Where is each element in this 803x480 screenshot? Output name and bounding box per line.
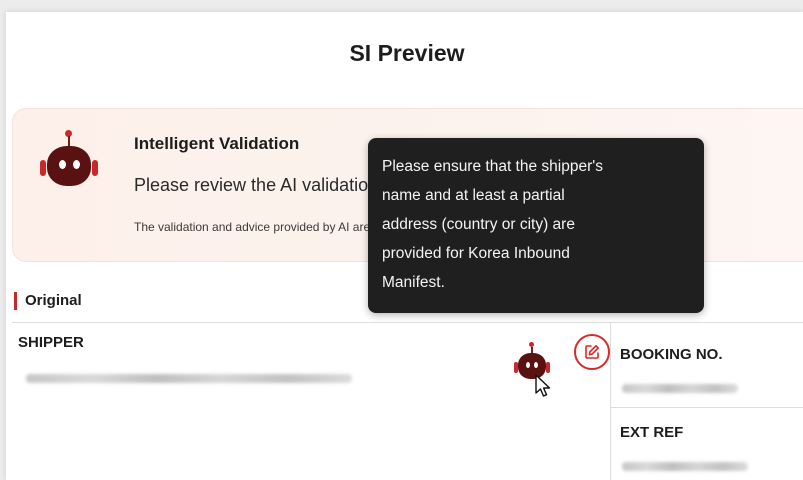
robot-icon xyxy=(40,130,100,192)
tooltip-line: Manifest. xyxy=(382,274,445,291)
tooltip-line: address (country or city) are xyxy=(382,216,575,233)
tooltip-line: Please ensure that the shipper's xyxy=(382,158,603,175)
mouse-cursor-icon xyxy=(535,374,551,397)
shipper-value-redacted xyxy=(26,374,352,383)
banner-title: Intelligent Validation xyxy=(134,134,300,153)
booking-no-label: BOOKING NO. xyxy=(620,346,723,363)
tooltip-line: name and at least a partial xyxy=(382,187,565,204)
shipper-label: SHIPPER xyxy=(18,334,84,351)
ext-ref-value-redacted xyxy=(622,462,748,471)
si-preview-window: SI Preview Intelligent Validation Please… xyxy=(6,12,803,480)
panel-divider xyxy=(610,407,803,408)
edit-button[interactable] xyxy=(574,334,610,370)
section-label-original: Original xyxy=(14,292,82,310)
ext-ref-label: EXT REF xyxy=(620,424,684,441)
booking-no-value-redacted xyxy=(622,384,738,393)
validation-tooltip: Please ensure that the shipper's name an… xyxy=(368,138,704,313)
edit-icon xyxy=(585,345,599,359)
page-title: SI Preview xyxy=(349,40,465,66)
tooltip-line: provided for Korea Inbound xyxy=(382,245,570,262)
